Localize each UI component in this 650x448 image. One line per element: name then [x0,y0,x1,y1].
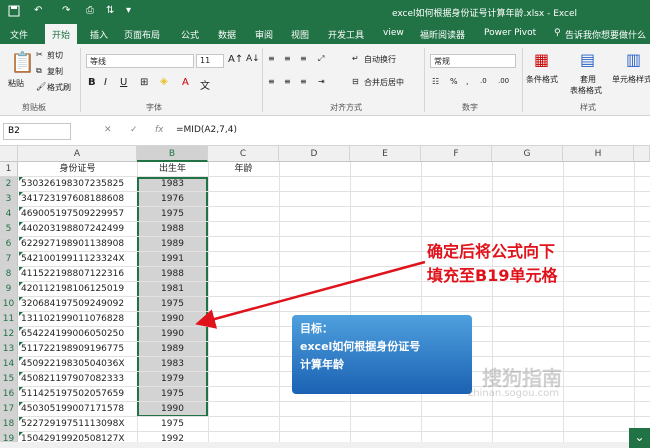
instruction-line-2: 填充至B19单元格 [427,266,558,285]
watermark-text: 搜狗指南 [482,366,562,390]
callout-line-2: excel如何根据身份证号 [300,340,421,353]
goal-callout: 目标： excel如何根据身份证号 计算年龄 [292,315,472,394]
callout-line-1: 目标： [300,322,333,335]
watermark-url: zhinan.sogou.com [468,388,560,399]
excel-window: ↶ ↷ ⎙ ⇅ ▾ excel如何根据身份证号计算年龄.xlsx - Excel… [0,0,650,448]
callout-line-3: 计算年龄 [300,358,344,371]
scroll-corner-icon[interactable]: ⌄ [629,428,650,448]
instruction-annotation: 确定后将公式向下 填充至B19单元格 [427,240,557,288]
sheet-tabs-bar [0,442,650,448]
instruction-line-1: 确定后将公式向下 [427,242,556,261]
